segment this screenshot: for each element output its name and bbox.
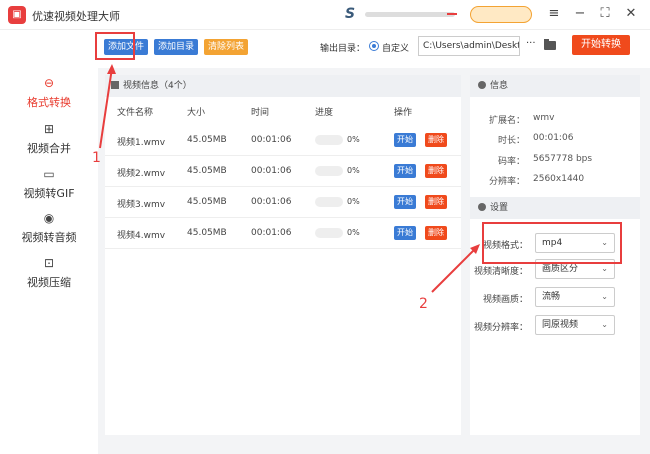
annotation-arrows bbox=[99, 64, 480, 293]
arrow-2-line bbox=[431, 247, 477, 293]
annotation-number-2: 2 bbox=[419, 296, 428, 312]
arrow-1-head bbox=[107, 64, 116, 74]
annotation-number-1: 1 bbox=[92, 150, 101, 166]
arrow-1-line bbox=[99, 67, 113, 149]
